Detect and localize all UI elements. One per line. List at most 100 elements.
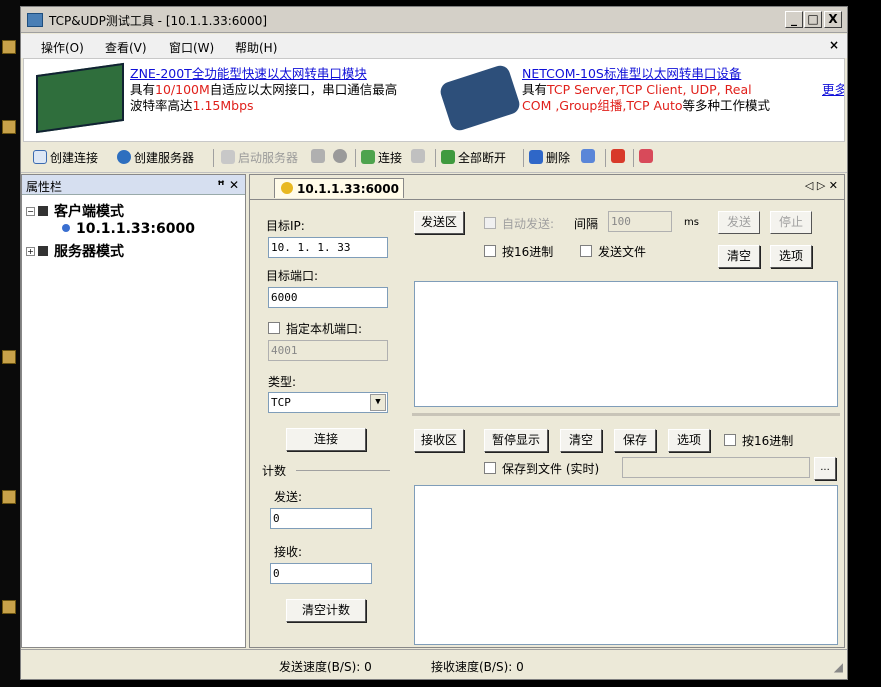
target-port-input[interactable]: 6000 [268, 287, 388, 308]
desktop-app-icon[interactable] [2, 120, 16, 134]
send-button[interactable]: 发送 [718, 211, 760, 234]
connection-tab-icon [281, 182, 293, 194]
connect-action-button[interactable]: 连接 [286, 428, 366, 451]
start-server-icon [221, 150, 235, 164]
local-port-label: 指定本机端口: [286, 322, 363, 336]
ad1-line3: 波特率高达1.15Mbps [130, 98, 254, 113]
auto-send-label: 自动发送: [502, 217, 555, 231]
recv-textarea[interactable] [414, 485, 838, 645]
expand-icon[interactable]: + [26, 247, 35, 256]
menu-help[interactable]: 帮助(H) [235, 39, 277, 56]
server-icon [311, 149, 325, 163]
desktop-app-icon[interactable] [2, 40, 16, 54]
tree-connection-item[interactable]: 10.1.1.33:6000 [62, 221, 195, 237]
window-title: TCP&UDP测试工具 - [10.1.1.33:6000] [49, 14, 268, 28]
auto-send-checkbox[interactable] [484, 217, 496, 229]
disconnect-icon [411, 149, 425, 163]
save-file-path-input[interactable] [622, 457, 810, 478]
create-connection-button[interactable]: 创建连接 [33, 149, 98, 166]
tree-client-mode[interactable]: − 客户端模式 [26, 201, 124, 221]
stop-icon [333, 149, 347, 163]
tab-connection[interactable]: 10.1.1.33:6000 [274, 178, 404, 198]
start-server-button[interactable]: 启动服务器 [221, 149, 298, 166]
menu-operation[interactable]: 操作(O) [41, 39, 84, 56]
menu-view[interactable]: 查看(V) [105, 39, 147, 56]
local-port-input[interactable]: 4001 [268, 340, 388, 361]
help-button[interactable] [639, 149, 656, 164]
type-select[interactable]: TCP ▼ [268, 392, 388, 413]
save-to-file-label: 保存到文件 (实时) [502, 462, 600, 476]
target-port-label: 目标端口: [266, 269, 319, 283]
menu-window[interactable]: 窗口(W) [169, 39, 214, 56]
toolbar-separator [633, 149, 634, 167]
recv-options-button[interactable]: 选项 [668, 429, 710, 452]
tab-nav-icons[interactable]: ◁ ▷ ✕ [805, 179, 838, 192]
recv-save-button[interactable]: 保存 [614, 429, 656, 452]
disconnect-all-button[interactable]: 全部断开 [441, 149, 506, 166]
send-area-title[interactable]: 发送区 [414, 211, 464, 234]
server-icon-button[interactable] [311, 149, 328, 164]
recv-clear-button[interactable]: 清空 [560, 429, 602, 452]
toolbar: 创建连接 创建服务器 启动服务器 连接 全部断开 删除 [21, 143, 847, 173]
send-textarea[interactable] [414, 281, 838, 407]
clear-count-button[interactable]: 清空计数 [286, 599, 366, 622]
recv-count-input[interactable]: 0 [270, 563, 372, 584]
delete-x-icon [529, 150, 543, 164]
send-options-button[interactable]: 选项 [770, 245, 812, 268]
recv-count-label: 接收: [274, 545, 303, 559]
ad-banner: ZNE-200T全功能型快速以太网转串口模块 具有10/100M自适应以太网接口… [23, 58, 845, 142]
more-link[interactable]: 更多 [822, 79, 844, 98]
chevron-down-icon[interactable]: ▼ [370, 394, 386, 411]
disconnect-icon-button[interactable] [411, 149, 428, 164]
send-hex-label: 按16进制 [502, 245, 554, 259]
maximize-button[interactable]: □ [804, 11, 822, 28]
netcom-device-image[interactable] [438, 63, 522, 133]
send-count-label: 发送: [274, 490, 303, 504]
interval-unit: ms [684, 217, 699, 228]
minimize-button[interactable]: _ [785, 11, 803, 28]
interval-input[interactable]: 100 [608, 211, 672, 232]
pause-display-button[interactable]: 暂停显示 [484, 429, 548, 452]
stop-icon-button[interactable] [333, 149, 350, 164]
tab-content-area: 10.1.1.33:6000 ◁ ▷ ✕ 目标IP: 10. 1. 1. 33 … [249, 174, 845, 648]
recv-hex-checkbox[interactable] [724, 434, 736, 446]
delete-button[interactable]: 删除 [529, 149, 570, 166]
collapse-icon[interactable]: − [26, 207, 35, 216]
target-ip-input[interactable]: 10. 1. 1. 33 [268, 237, 388, 258]
local-port-checkbox[interactable] [268, 322, 280, 334]
stop-button[interactable]: 停止 [770, 211, 812, 234]
exit-button[interactable] [611, 149, 628, 164]
count-divider [296, 470, 390, 471]
mdi-close-icon[interactable]: × [829, 38, 839, 52]
connect-button[interactable]: 连接 [361, 149, 402, 166]
tree-server-mode[interactable]: + 服务器模式 [26, 241, 124, 261]
recv-area-title[interactable]: 接收区 [414, 429, 464, 452]
toolbar-separator [355, 149, 356, 167]
splitter[interactable] [412, 413, 840, 416]
pin-close-icon[interactable]: ꟸ ✕ [217, 178, 239, 192]
send-clear-button[interactable]: 清空 [718, 245, 760, 268]
send-count-input[interactable]: 0 [270, 508, 372, 529]
desktop-app-icon[interactable] [2, 350, 16, 364]
resize-grip-icon[interactable]: ◢ [834, 660, 843, 674]
send-file-checkbox[interactable] [580, 245, 592, 257]
toolbar-separator [435, 149, 436, 167]
count-label: 计数 [262, 464, 287, 478]
app-icon [27, 13, 43, 27]
folder-icon [38, 246, 48, 256]
help-icon [639, 149, 653, 163]
send-hex-checkbox[interactable] [484, 245, 496, 257]
create-server-button[interactable]: 创建服务器 [117, 149, 194, 166]
desktop-app-icon[interactable] [2, 600, 16, 614]
browse-button[interactable]: ... [814, 457, 836, 480]
close-window-button[interactable]: X [824, 11, 842, 28]
zne-module-image[interactable] [36, 62, 124, 134]
save-to-file-checkbox[interactable] [484, 462, 496, 474]
send-file-label: 发送文件 [598, 245, 647, 259]
toolbar-separator [605, 149, 606, 167]
delete-all-button[interactable] [581, 149, 598, 164]
menu-bar: 操作(O) 查看(V) 窗口(W) 帮助(H) × [21, 34, 847, 58]
toolbar-separator [213, 149, 214, 167]
property-panel-title: 属性栏 [26, 180, 63, 194]
desktop-app-icon[interactable] [2, 490, 16, 504]
